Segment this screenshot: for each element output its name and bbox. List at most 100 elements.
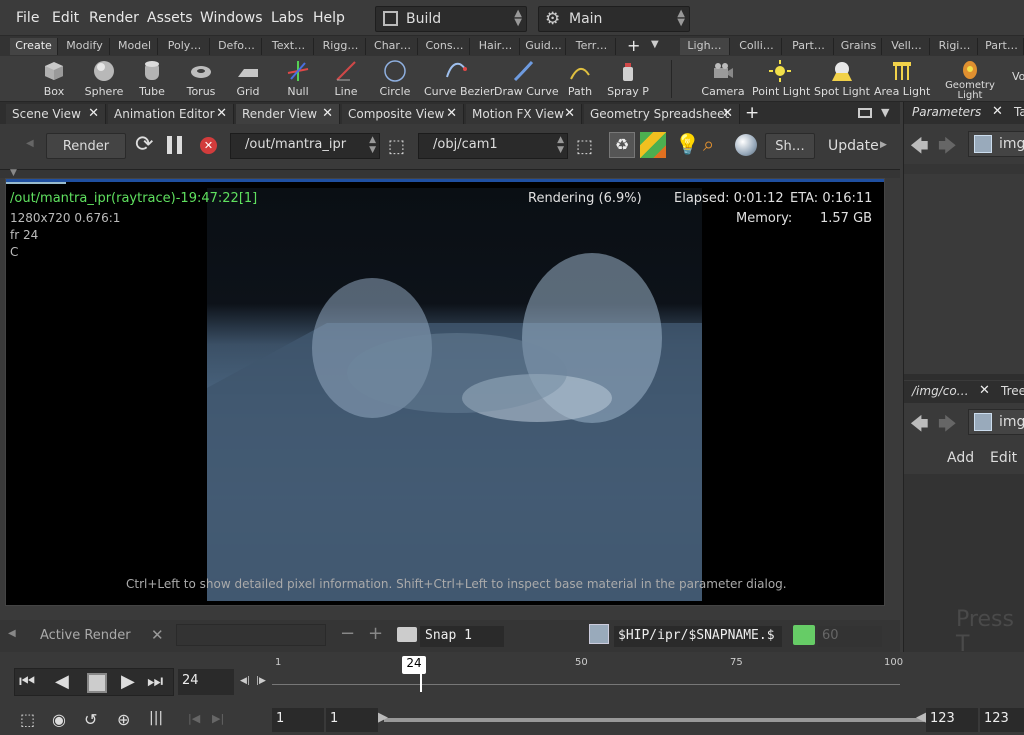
tab-parameters[interactable]: Parameters (912, 105, 981, 119)
play-forward-icon[interactable]: ▶ (121, 671, 135, 692)
back-arrow-icon[interactable]: 🡄 (910, 134, 929, 164)
tab-img-network[interactable]: /img/co… (912, 384, 969, 398)
add-tab-icon[interactable]: + (745, 103, 759, 123)
recycle-icon[interactable]: ♻ (609, 132, 635, 158)
tab-tree[interactable]: Tree (1001, 384, 1024, 398)
active-render-label[interactable]: Active Render (40, 628, 131, 643)
range-end-field[interactable]: 123 (980, 708, 1024, 732)
realtime-toggle-icon[interactable]: ◉ (52, 710, 66, 729)
current-frame-field[interactable]: 24 (178, 669, 234, 695)
tab-scene-view[interactable]: Scene View ✕ (6, 104, 106, 124)
shelf-tab-collisions[interactable]: Colli… (732, 38, 782, 55)
tool-grid[interactable]: Grid (228, 56, 268, 102)
tab-composite-view[interactable]: Composite View ✕ (342, 104, 464, 124)
close-icon[interactable]: ✕ (564, 106, 575, 121)
tool-line[interactable]: Line (326, 56, 366, 102)
pause-icon[interactable] (167, 136, 172, 154)
select-camera-icon[interactable]: ⬚ (576, 136, 593, 157)
shelf-tab-character[interactable]: Char… (368, 38, 418, 55)
tool-box[interactable]: Box (34, 56, 74, 102)
color-correction-icon[interactable] (640, 132, 666, 158)
menu-render[interactable]: Render (89, 10, 139, 26)
menu-assets[interactable]: Assets (147, 10, 193, 26)
lightbulb-icon[interactable]: 💡 (675, 132, 700, 156)
tool-geometry-light[interactable]: Geometry Light (940, 56, 1000, 102)
snapshot-name-field[interactable]: Snap 1 (420, 626, 504, 647)
close-icon[interactable]: ✕ (88, 106, 99, 121)
tab-render-view[interactable]: Render View ✕ (236, 104, 340, 124)
back-arrow-icon[interactable]: 🡄 (910, 412, 929, 442)
save-snapshot-icon[interactable] (589, 624, 609, 644)
toolbar-collapse-strip[interactable]: ▼ (0, 168, 900, 178)
shelf-tab-rigid[interactable]: Rigi… (932, 38, 978, 55)
menu-help[interactable]: Help (313, 10, 345, 26)
range-start-field[interactable]: 1 (272, 708, 324, 732)
render-image[interactable] (207, 188, 702, 601)
close-icon[interactable]: ✕ (722, 106, 733, 121)
shelf-tab-modify[interactable]: Modify (60, 38, 110, 55)
shading-menu-button[interactable]: Sh… (765, 133, 815, 159)
snapshot-limit-icon[interactable] (793, 625, 815, 645)
tool-camera[interactable]: Camera (700, 56, 746, 102)
stop-render-icon[interactable]: ✕ (200, 137, 217, 154)
range-slider[interactable] (384, 718, 924, 722)
tool-circle[interactable]: Circle (375, 56, 415, 102)
skip-to-end-icon[interactable]: ⏭ (147, 671, 163, 692)
shelf-tab-poly[interactable]: Poly… (160, 38, 210, 55)
global-animation-icon[interactable]: ⊕ (117, 710, 130, 729)
shelf-tab-texture[interactable]: Text… (264, 38, 314, 55)
skip-to-start-icon[interactable]: ⏮ (19, 671, 35, 692)
driver-path-field[interactable]: /out/mantra_ipr ▲ ▼ (230, 133, 380, 159)
snapshot-slider[interactable] (176, 624, 326, 646)
shelf-tab-constraints[interactable]: Cons… (420, 38, 470, 55)
select-driver-icon[interactable]: ⬚ (388, 136, 405, 157)
close-snapshot-icon[interactable]: ✕ (151, 626, 164, 644)
range-handle-left[interactable]: ▶ (378, 710, 388, 725)
magnifier-icon[interactable]: ⌕ (703, 132, 714, 156)
add-menu[interactable]: Add (947, 450, 974, 466)
shelf-tab-rigging[interactable]: Rigg… (316, 38, 366, 55)
playback-end-field[interactable]: 123 (926, 708, 978, 732)
preview-sphere-icon[interactable] (735, 134, 757, 156)
close-icon[interactable]: ✕ (979, 383, 990, 398)
camera-path-field[interactable]: /obj/cam1 ▲ ▼ (418, 133, 568, 159)
tool-torus[interactable]: Torus (180, 56, 222, 102)
context-select[interactable]: ⚙ Main ▲ ▼ (538, 6, 690, 32)
prev-key-icon[interactable]: |◀ (188, 712, 200, 725)
audio-icon[interactable]: ⬚ (20, 710, 35, 729)
shelf-tab-particles[interactable]: Part… (784, 38, 834, 55)
close-icon[interactable]: ✕ (216, 106, 227, 121)
tab-motion-fx-view[interactable]: Motion FX View ✕ (466, 104, 582, 124)
shelf-tab-model[interactable]: Model (112, 38, 158, 55)
menu-edit[interactable]: Edit (52, 10, 79, 26)
close-icon[interactable]: ✕ (992, 104, 1003, 119)
forward-arrow-icon[interactable]: 🡆 (938, 412, 957, 442)
shelf-tab-hair[interactable]: Hair… (472, 38, 520, 55)
forward-arrow-icon[interactable]: 🡆 (938, 134, 957, 164)
shelf-tab-terrain[interactable]: Terr… (568, 38, 616, 55)
menu-file[interactable]: File (16, 10, 39, 26)
tool-spray-paint[interactable]: Spray P (606, 56, 650, 102)
tool-sphere[interactable]: Sphere (82, 56, 126, 102)
update-label[interactable]: Update (828, 138, 879, 154)
shelf-tab-vellum[interactable]: Vell… (884, 38, 930, 55)
remove-snapshot-icon[interactable]: − (340, 623, 355, 644)
shelf-tab-create[interactable]: Create (10, 38, 58, 55)
tool-draw-curve[interactable]: Draw Curve (494, 56, 559, 102)
toolbar-scroll-right-icon[interactable]: ▶ (880, 140, 887, 150)
desktop-select[interactable]: Build ▲ ▼ (375, 6, 527, 32)
snapshot-camera-icon[interactable] (397, 627, 417, 642)
frame-marker[interactable]: 24 (402, 656, 426, 674)
keys-icon[interactable]: ||| (149, 710, 163, 726)
close-icon[interactable]: ✕ (446, 106, 457, 121)
edit-menu[interactable]: Edit (990, 450, 1017, 466)
next-key-icon[interactable]: ▶| (212, 712, 224, 725)
tool-area-light[interactable]: Area Light (874, 56, 930, 102)
maximize-pane-icon[interactable] (858, 108, 872, 118)
tool-null[interactable]: Null (278, 56, 318, 102)
play-backward-icon[interactable]: ◀ (55, 671, 69, 692)
pane-menu-icon[interactable]: ▼ (881, 106, 889, 119)
plus-icon[interactable]: + (627, 36, 640, 55)
stop-icon[interactable] (87, 673, 107, 693)
render-button[interactable]: Render (46, 133, 126, 159)
